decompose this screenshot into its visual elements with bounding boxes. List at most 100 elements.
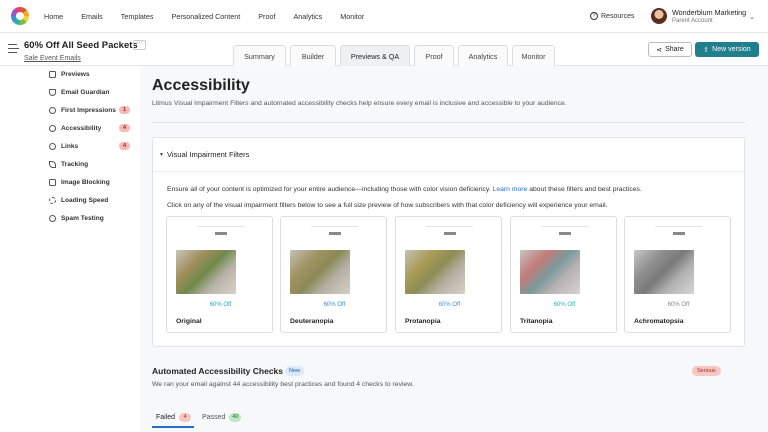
sidebar-item-label: Spam Testing [61, 215, 104, 222]
sidebar-item-label: Previews [61, 71, 90, 78]
issue-count-badge: 4 [119, 142, 130, 150]
nav-links: Home Emails Templates Personalized Conte… [44, 0, 382, 33]
tab-passed[interactable]: Passed 40 [202, 413, 242, 422]
panel-header[interactable]: ▼ Visual Impairment Filters [153, 138, 744, 172]
accessibility-icon [49, 125, 56, 132]
nav-emails[interactable]: Emails [81, 12, 103, 21]
more-options-button[interactable]: ··· [133, 39, 146, 50]
tab-builder[interactable]: Builder [290, 45, 336, 66]
avatar [651, 8, 667, 24]
automated-checks-title: Automated Accessibility Checks [152, 366, 284, 376]
issue-count-badge: 4 [119, 124, 130, 132]
tab-passed-label: Passed [202, 414, 226, 421]
chevron-down-icon[interactable]: ⌄ [749, 13, 755, 21]
passed-count-badge: 40 [229, 413, 242, 422]
filter-card-tritanopia[interactable]: 60% Off Tritanopia [510, 216, 617, 333]
offer-text: 60% Off [323, 302, 346, 308]
filter-card-protanopia[interactable]: 60% Off Protanopia [395, 216, 502, 333]
sidebar-item-spam-testing[interactable]: Spam Testing [49, 213, 134, 224]
sidebar-item-email-guardian[interactable]: Email Guardian [49, 87, 134, 98]
account-menu[interactable]: Wonderblum Marketing Parent Account [651, 8, 746, 24]
sidebar-item-label: Accessibility [61, 125, 102, 132]
nav-proof[interactable]: Proof [258, 12, 275, 21]
sidebar-item-label: Loading Speed [61, 197, 109, 204]
filter-card-achromatopsia[interactable]: 60% Off Achromatopsia [624, 216, 731, 333]
sidebar-item-label: Links [61, 143, 79, 150]
nav-personalized-content[interactable]: Personalized Content [172, 12, 241, 21]
filters-description: Ensure all of your content is optimized … [167, 186, 642, 193]
severity-badge: Serious [692, 366, 721, 376]
learn-more-link[interactable]: Learn more [493, 186, 528, 193]
email-title: 60% Off All Seed Packets [24, 40, 138, 51]
share-label: Share [665, 46, 684, 53]
resources-label: Resources [601, 12, 635, 20]
sidebar-item-tracking[interactable]: Tracking [49, 159, 134, 170]
menu-collapse-icon[interactable] [8, 44, 19, 53]
automated-checks-summary: We ran your email against 44 accessibili… [152, 381, 414, 388]
upload-icon: ⇧ [703, 46, 710, 54]
caret-down-icon[interactable]: ▼ [159, 152, 164, 158]
share-button[interactable]: ⋖ Share [648, 42, 692, 57]
new-version-button[interactable]: ⇧ New version [695, 42, 759, 57]
description-text: Ensure all of your content is optimized … [167, 186, 491, 193]
preview-image [405, 250, 465, 294]
section-tabs: Summary Builder Previews & QA Proof Anal… [233, 45, 559, 66]
spam-icon [49, 215, 56, 222]
preview-header-line [426, 226, 473, 227]
preview-header-line [311, 226, 358, 227]
nav-templates[interactable]: Templates [121, 12, 154, 21]
preview-logo [559, 232, 571, 235]
account-type: Parent Account [672, 18, 713, 24]
preview-logo [444, 232, 456, 235]
new-badge: New [285, 366, 305, 376]
nav-monitor[interactable]: Monitor [340, 12, 364, 21]
tab-failed[interactable]: Failed 4 [156, 413, 192, 422]
link-icon [49, 143, 56, 150]
new-version-label: New version [712, 46, 751, 53]
eye-icon [49, 107, 56, 114]
nav-analytics[interactable]: Analytics [293, 12, 322, 21]
sidebar-item-previews[interactable]: Previews [49, 69, 134, 80]
sidebar-item-first-impressions[interactable]: First Impressions 1 [49, 105, 134, 116]
sidebar-item-label: Tracking [61, 161, 89, 168]
description-text-tail: about these filters and best practices. [529, 186, 642, 193]
preview-logo [673, 232, 685, 235]
offer-text: 60% Off [438, 302, 461, 308]
tab-summary[interactable]: Summary [233, 45, 286, 66]
sidebar-item-loading-speed[interactable]: Loading Speed [49, 195, 134, 206]
campaign-link[interactable]: Sale Event Emails [24, 55, 81, 62]
issue-count-badge: 1 [119, 106, 130, 114]
visual-impairment-panel: ▼ Visual Impairment Filters Ensure all o… [152, 137, 745, 347]
image-icon [49, 179, 56, 186]
tab-failed-label: Failed [156, 414, 176, 421]
tab-previews-qa[interactable]: Previews & QA [340, 45, 410, 66]
preview-header-line [541, 226, 588, 227]
preview-image [520, 250, 580, 294]
send-icon [49, 161, 56, 168]
top-nav: Home Emails Templates Personalized Conte… [0, 0, 768, 33]
sidebar-item-accessibility[interactable]: Accessibility 4 [49, 123, 134, 134]
tab-proof[interactable]: Proof [414, 45, 454, 66]
panel-title: Visual Impairment Filters [167, 150, 250, 159]
preview-logo [329, 232, 341, 235]
account-name: Wonderblum Marketing [672, 8, 747, 17]
sidebar-item-image-blocking[interactable]: Image Blocking [49, 177, 134, 188]
filter-card-deuteranopia[interactable]: 60% Off Deuteranopia [280, 216, 387, 333]
sidebar-item-label: First Impressions [61, 107, 116, 114]
divider [152, 122, 745, 123]
nav-home[interactable]: Home [44, 12, 63, 21]
monitor-icon [49, 71, 56, 78]
filter-name: Achromatopsia [634, 318, 684, 325]
resources-link[interactable]: ? Resources [590, 12, 634, 20]
filter-name: Deuteranopia [290, 318, 334, 325]
tab-analytics[interactable]: Analytics [458, 45, 508, 66]
preview-image [290, 250, 350, 294]
preview-image [634, 250, 694, 294]
filter-card-original[interactable]: 60% Off Original [166, 216, 273, 333]
tab-monitor[interactable]: Monitor [512, 45, 555, 66]
speed-icon [49, 197, 56, 204]
litmus-logo-icon[interactable] [11, 7, 29, 25]
filter-name: Tritanopia [520, 318, 553, 325]
active-tab-indicator [152, 426, 194, 428]
sidebar-item-links[interactable]: Links 4 [49, 141, 134, 152]
